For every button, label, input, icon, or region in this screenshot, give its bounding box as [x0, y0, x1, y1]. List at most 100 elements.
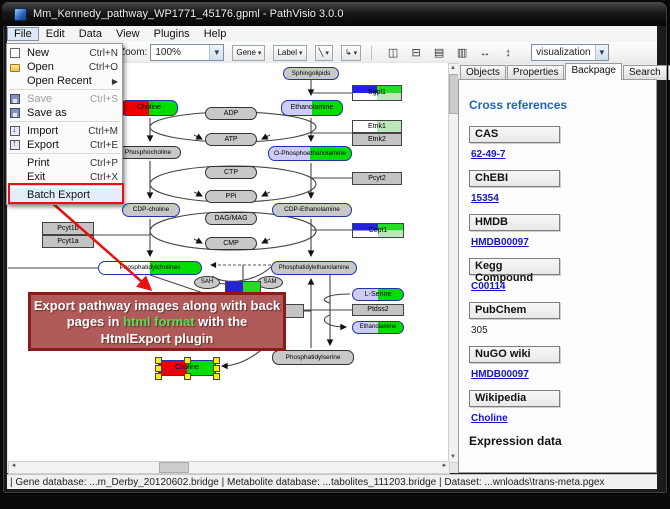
selection-handle[interactable] [213, 365, 220, 372]
common-width-icon: ↔ [480, 47, 491, 59]
tab-properties[interactable]: Properties [507, 65, 565, 80]
node-pcyt2[interactable]: Pcyt2 [352, 172, 402, 185]
node-phosphatidylethanolamine[interactable]: Phosphatidylethanolamine [271, 261, 357, 275]
selection-handle[interactable] [213, 373, 220, 380]
menubar-item-view[interactable]: View [109, 27, 147, 41]
selection-handle[interactable] [184, 373, 191, 380]
node-sgpl1[interactable]: Sgpl1 [352, 85, 402, 101]
menubar-item-help[interactable]: Help [197, 27, 234, 41]
node-cdp-choline[interactable]: CDP-choline [122, 203, 180, 217]
align-vertical-center-button[interactable]: ⊟ [407, 45, 425, 60]
node-label: Phosphatidylserine [286, 354, 341, 361]
node-etnk1[interactable]: Etnk1 [352, 120, 402, 133]
tab-objects[interactable]: Objects [460, 65, 506, 80]
menubar-item-plugins[interactable]: Plugins [147, 27, 197, 41]
menubar-item-edit[interactable]: Edit [39, 27, 72, 41]
node-sphingolipids[interactable]: Sphingolipids [283, 67, 339, 80]
section-hmdb: HMDBHMDB00097 [469, 214, 656, 248]
scroll-left-icon[interactable]: ◄ [9, 462, 18, 471]
node-pcyt1a[interactable]: Pcyt1a [42, 235, 94, 248]
selection-handle[interactable] [184, 357, 191, 364]
stack-vertical-button[interactable]: ▤ [430, 45, 448, 60]
node-cdp-ethanolamine[interactable]: CDP-Ethanolamine [272, 203, 352, 217]
node-ppi[interactable]: PPi [205, 190, 257, 203]
section-link-chebi[interactable]: 15354 [471, 193, 656, 204]
line-dropdown-icon[interactable]: ▾ [325, 49, 329, 57]
node-phosphocholine[interactable]: Phosphocholine [115, 146, 181, 159]
node-phosphatidylserine[interactable]: Phosphatidylserine [272, 350, 354, 365]
visualization-combobox[interactable]: visualization ▼ [531, 44, 609, 61]
node-label: Sgpl1 [368, 89, 386, 96]
section-link-cas[interactable]: 62-49-7 [471, 149, 656, 160]
line-tool-button[interactable]: ╲ ▾ [315, 45, 333, 61]
backpage-panel[interactable]: Cross references CAS62-49-7ChEBI15354HMD… [458, 79, 657, 473]
gene-dropdown-icon[interactable]: ▾ [258, 49, 262, 57]
file-menu-item-open-recent[interactable]: Open Recent▶ [7, 74, 122, 88]
add-label-button[interactable]: Label ▾ [273, 45, 306, 61]
visualization-dropdown-icon[interactable]: ▼ [595, 45, 609, 60]
zoom-combobox[interactable]: 100% ▼ [150, 44, 224, 61]
node-dag-mag[interactable]: DAG/MAG [205, 212, 257, 225]
scroll-right-icon[interactable]: ► [440, 462, 449, 471]
common-height-button[interactable]: ↕ [499, 45, 517, 60]
file-menu-item-save-as[interactable]: Save as [7, 106, 122, 120]
selection-handle[interactable] [213, 357, 220, 364]
section-link-hmdb[interactable]: HMDB00097 [471, 237, 656, 248]
zoom-dropdown-icon[interactable]: ▼ [209, 45, 223, 60]
node-ptdss2[interactable]: Ptdss2 [352, 304, 404, 316]
node-label: CDP-choline [133, 206, 170, 213]
node-pcyt1b[interactable]: Pcyt1b [42, 222, 94, 235]
node-cept1[interactable]: Cept1 [352, 223, 404, 238]
node-phosphatidylcholines[interactable]: Phosphatidylcholines [98, 261, 202, 275]
file-menu-item-open[interactable]: OpenCtrl+O [7, 60, 122, 74]
section-header-wikipedia: Wikipedia [469, 390, 560, 407]
title-bar[interactable]: Mm_Kennedy_pathway_WP1771_45176.gpml - P… [2, 2, 666, 26]
node-etnk2[interactable]: Etnk2 [352, 133, 402, 146]
selection-handle[interactable] [155, 357, 162, 364]
connector-dropdown-icon[interactable]: ▾ [354, 49, 358, 57]
file-menu-item-exit[interactable]: ExitCtrl+X [7, 170, 122, 184]
section-link-nugo-wiki[interactable]: HMDB00097 [471, 369, 656, 380]
tab-search[interactable]: Search [623, 65, 667, 80]
file-menu-item-print[interactable]: PrintCtrl+P [7, 156, 122, 170]
file-menu-item-import[interactable]: ImportCtrl+M [7, 124, 122, 138]
add-gene-button[interactable]: Gene ▾ [232, 45, 265, 61]
canvas-horizontal-scrollbar[interactable]: ◄ ► [8, 461, 450, 474]
annotation-text-highlight: html format [123, 314, 195, 329]
selection-handle[interactable] [155, 373, 162, 380]
menubar-item-file[interactable]: File [7, 27, 39, 41]
node-ethanolamine-top[interactable]: Ethanolamine [281, 100, 343, 116]
common-width-button[interactable]: ↔ [476, 45, 494, 60]
node-atp[interactable]: ATP [205, 133, 257, 146]
section-kegg-compound: Kegg CompoundC00114 [469, 258, 656, 292]
node-partially-hidden-box[interactable] [284, 304, 304, 318]
file-menu-item-new[interactable]: NewCtrl+N [7, 46, 122, 60]
section-link-wikipedia[interactable]: Choline [471, 413, 656, 424]
tab-backpage[interactable]: Backpage [565, 63, 621, 80]
menu-item-label: Export [27, 139, 86, 151]
app-icon [14, 8, 27, 21]
section-header-chebi: ChEBI [469, 170, 560, 187]
file-menu-item-export[interactable]: ExportCtrl+E [7, 138, 122, 152]
stack-horizontal-button[interactable]: ▥ [453, 45, 471, 60]
node-adp[interactable]: ADP [205, 107, 257, 120]
node-ethanolamine-bottom[interactable]: Ethanolamine [352, 321, 404, 334]
node-o-phosphoethanolamine[interactable]: O-Phosphoethanolamine [268, 146, 352, 161]
node-l-serine[interactable]: L-Serine [352, 288, 404, 301]
scroll-up-icon[interactable]: ▲ [449, 64, 457, 73]
selection-handle[interactable] [155, 365, 162, 372]
node-label: CMP [223, 240, 239, 247]
menu-item-label: Exit [27, 171, 86, 183]
section-link-kegg-compound[interactable]: C00114 [471, 281, 656, 292]
node-choline-top[interactable]: Choline [120, 100, 178, 116]
horizontal-scroll-thumb[interactable] [159, 462, 189, 473]
scroll-down-icon[interactable]: ▼ [449, 453, 457, 462]
node-cmp[interactable]: CMP [205, 237, 257, 250]
align-horizontal-center-button[interactable]: ◫ [384, 45, 402, 60]
node-sah[interactable]: SAH [194, 276, 220, 289]
node-ctp[interactable]: CTP [205, 166, 257, 179]
menubar-item-data[interactable]: Data [72, 27, 109, 41]
connector-tool-button[interactable]: ↳ ▾ [341, 45, 361, 61]
label-dropdown-icon[interactable]: ▾ [299, 49, 303, 57]
node-label: Phosphatidylcholines [119, 264, 180, 271]
